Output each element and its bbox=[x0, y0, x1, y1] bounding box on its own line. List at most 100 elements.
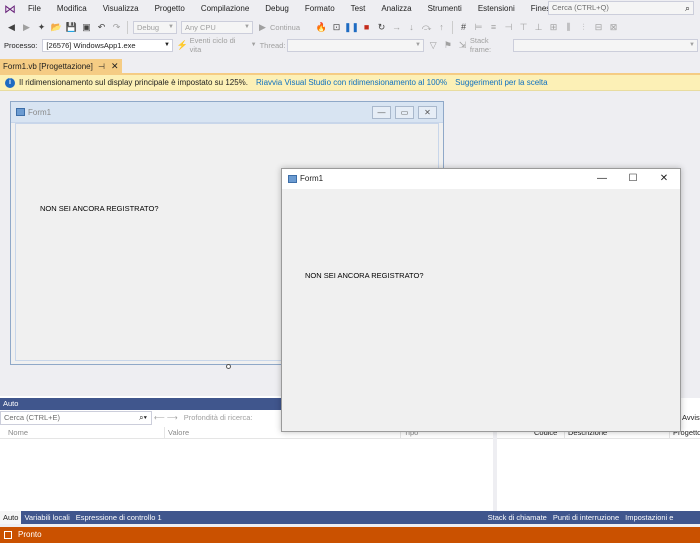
save-icon[interactable]: 💾 bbox=[65, 21, 78, 34]
restart-100-link[interactable]: Riavvia Visual Studio con ridimensioname… bbox=[256, 75, 447, 91]
open-file-icon[interactable]: 📂 bbox=[50, 21, 63, 34]
back-icon[interactable]: ◀ bbox=[5, 21, 18, 34]
status-icon bbox=[4, 531, 12, 539]
tab-locals[interactable]: Variabili locali bbox=[21, 511, 72, 524]
form-app-icon bbox=[288, 175, 297, 183]
stack-frame-label: Stack frame: bbox=[469, 36, 492, 54]
tab-watch-1[interactable]: Espressione di controllo 1 bbox=[73, 511, 165, 524]
flag-icon[interactable]: ⚑ bbox=[442, 39, 455, 52]
process-select[interactable]: [26576] WindowsApp1.exe ▼ bbox=[42, 38, 173, 52]
resize-handle[interactable] bbox=[226, 364, 231, 369]
redo-icon[interactable]: ↷ bbox=[110, 21, 123, 34]
chevron-down-icon: ▼ bbox=[250, 42, 257, 48]
continue-icon[interactable]: ▶ bbox=[256, 21, 269, 34]
align-left-icon[interactable]: ⊨ bbox=[472, 21, 485, 34]
suggestions-link[interactable]: Suggerimenti per la scelta bbox=[455, 75, 548, 91]
save-all-icon[interactable]: ▣ bbox=[80, 21, 93, 34]
step-into-icon[interactable]: ↓ bbox=[405, 21, 418, 34]
search-depth-label: Profondità di ricerca: bbox=[183, 413, 253, 422]
menu-progetto[interactable]: Progetto bbox=[147, 0, 193, 17]
align-top-icon[interactable]: ⊤ bbox=[517, 21, 530, 34]
menu-estensioni[interactable]: Estensioni bbox=[470, 0, 523, 17]
running-form-title: Form1 bbox=[300, 174, 324, 183]
quick-launch-search-input[interactable]: Cerca (CTRL+Q) ⌕ bbox=[548, 1, 694, 15]
chevron-down-icon: ▼ bbox=[689, 41, 695, 48]
back-arrow-icon[interactable]: ⟵ bbox=[154, 413, 165, 422]
auto-grid-body bbox=[0, 440, 493, 511]
forward-arrow-icon[interactable]: ⟶ bbox=[167, 413, 178, 422]
space-horizontal-icon[interactable]: ⫼ bbox=[562, 21, 575, 34]
screenshot-icon[interactable]: ⊡ bbox=[330, 21, 343, 34]
designer-label[interactable]: NON SEI ANCORA REGISTRATO? bbox=[40, 204, 159, 213]
designer-form-title: Form1 bbox=[28, 108, 52, 117]
menu-formato[interactable]: Formato bbox=[297, 0, 343, 17]
bottom-tab-strip: Auto Variabili locali Espressione di con… bbox=[0, 511, 700, 524]
restart-icon[interactable]: ↻ bbox=[375, 21, 388, 34]
expand-icon[interactable]: ⇲ bbox=[456, 39, 469, 52]
show-next-statement-icon[interactable]: → bbox=[390, 21, 403, 34]
pause-icon[interactable]: ❚❚ bbox=[344, 21, 359, 34]
info-icon: i bbox=[5, 77, 15, 88]
toolbar-separator bbox=[452, 20, 454, 34]
thread-label: Thread: bbox=[259, 40, 286, 50]
column-value[interactable]: Valore bbox=[168, 427, 189, 439]
minimize-icon[interactable]: — bbox=[587, 169, 617, 189]
align-middle-icon[interactable]: ⊥ bbox=[532, 21, 545, 34]
pin-icon[interactable]: ⊣ bbox=[98, 59, 105, 74]
process-value: [26576] WindowsApp1.exe bbox=[46, 40, 136, 50]
stop-icon[interactable]: ■ bbox=[360, 21, 373, 34]
tab-form1-designer[interactable]: Form1.vb [Progettazione] ⊣ ✕ bbox=[0, 59, 122, 74]
tab-breakpoints[interactable]: Punti di interruzione bbox=[550, 511, 622, 524]
hex-display-icon[interactable]: # bbox=[457, 21, 470, 34]
auto-search-input[interactable]: Cerca (CTRL+E) ⌕▾ bbox=[0, 411, 152, 425]
warnings-filter-label[interactable]: Avvis bbox=[682, 413, 700, 422]
solution-config-select[interactable]: Debug ▼ bbox=[133, 20, 177, 34]
lifecycle-events-button[interactable]: Eventi ciclo di vita bbox=[190, 36, 248, 54]
stack-frame-select[interactable]: ▼ bbox=[512, 38, 698, 52]
step-over-icon[interactable]: ⤼ bbox=[420, 21, 433, 34]
center-vertical-icon[interactable]: ⊠ bbox=[607, 21, 620, 34]
minimize-icon: — bbox=[372, 106, 391, 119]
tab-call-stack[interactable]: Stack di chiamate bbox=[485, 511, 550, 524]
new-project-icon[interactable]: ✦ bbox=[35, 21, 48, 34]
undo-icon[interactable]: ↶ bbox=[95, 21, 108, 34]
thread-select[interactable]: ▼ bbox=[287, 38, 424, 52]
tab-label: Form1.vb [Progettazione] bbox=[3, 62, 93, 71]
continue-button[interactable]: Continua bbox=[270, 23, 300, 32]
process-label: Processo: bbox=[4, 40, 38, 50]
running-form-label: NON SEI ANCORA REGISTRATO? bbox=[305, 271, 424, 280]
lifecycle-events-icon[interactable]: ⚡ bbox=[176, 39, 189, 52]
space-vertical-icon[interactable]: ⫶ bbox=[577, 21, 590, 34]
column-name[interactable]: Nome bbox=[8, 427, 28, 439]
tab-settings[interactable]: Impostazioni e bbox=[622, 511, 676, 524]
menu-visualizza[interactable]: Visualizza bbox=[95, 0, 147, 17]
align-right-icon[interactable]: ⊣ bbox=[502, 21, 515, 34]
maximize-icon[interactable]: ☐ bbox=[618, 169, 648, 189]
column-separator[interactable] bbox=[164, 427, 165, 439]
step-out-icon[interactable]: ↑ bbox=[435, 21, 448, 34]
running-form1-window[interactable]: Form1 — ☐ ✕ NON SEI ANCORA REGISTRATO? bbox=[281, 168, 681, 432]
menu-analizza[interactable]: Analizza bbox=[373, 0, 419, 17]
close-icon[interactable]: ✕ bbox=[111, 59, 119, 74]
chevron-down-icon: ▼ bbox=[244, 23, 250, 30]
hot-reload-icon[interactable]: 🔥 bbox=[315, 21, 328, 34]
make-same-size-icon[interactable]: ⊞ bbox=[547, 21, 560, 34]
menu-strumenti[interactable]: Strumenti bbox=[420, 0, 470, 17]
platform-select[interactable]: Any CPU ▼ bbox=[181, 20, 253, 34]
auto-search-placeholder: Cerca (CTRL+E) bbox=[4, 413, 61, 422]
menu-test[interactable]: Test bbox=[343, 0, 374, 17]
menu-modifica[interactable]: Modifica bbox=[49, 0, 95, 17]
menu-compilazione[interactable]: Compilazione bbox=[193, 0, 257, 17]
close-icon[interactable]: ✕ bbox=[649, 169, 679, 189]
menu-file[interactable]: File bbox=[20, 0, 49, 17]
filter-icon[interactable]: ▽ bbox=[427, 39, 440, 52]
forward-icon[interactable]: ▶ bbox=[20, 21, 33, 34]
align-center-icon[interactable]: ≡ bbox=[487, 21, 500, 34]
standard-toolbar: ◀ ▶ ✦ 📂 💾 ▣ ↶ ↷ Debug ▼ Any CPU ▼ ▶ Contin… bbox=[0, 18, 700, 36]
info-bar: i Il ridimensionamento sul display princ… bbox=[0, 75, 700, 91]
toolbar-separator bbox=[127, 20, 128, 34]
menu-debug[interactable]: Debug bbox=[257, 0, 297, 17]
tab-auto[interactable]: Auto bbox=[0, 511, 22, 524]
center-horizontal-icon[interactable]: ⊟ bbox=[592, 21, 605, 34]
visual-studio-logo-icon[interactable]: ⋈ bbox=[0, 0, 20, 17]
